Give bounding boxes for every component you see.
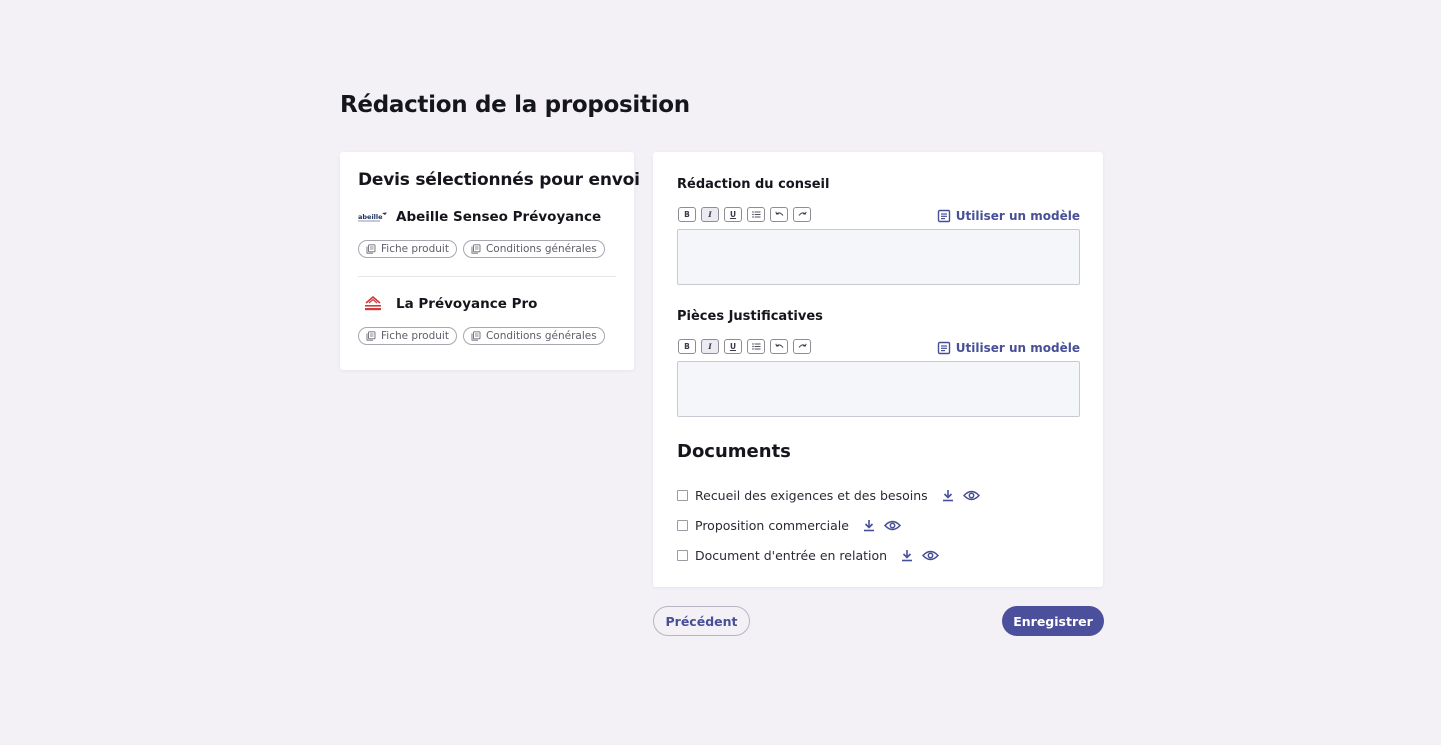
document-label: Recueil des exigences et des besoins <box>695 488 928 503</box>
product-name: La Prévoyance Pro <box>396 296 538 312</box>
redo-icon <box>798 211 807 216</box>
selected-quotes-card: Devis sélectionnés pour envoi abeille Ab… <box>340 152 640 370</box>
underline-button[interactable]: U <box>724 339 742 354</box>
advice-editor[interactable] <box>677 229 1080 285</box>
divider <box>358 276 616 277</box>
supporting-documents-editor[interactable] <box>677 361 1080 417</box>
general-conditions-link[interactable]: Conditions générales <box>462 240 605 258</box>
list-button[interactable] <box>747 339 765 354</box>
product-name: Abeille Senseo Prévoyance <box>396 209 602 225</box>
use-template-button[interactable]: Utiliser un modèle <box>937 209 1080 223</box>
svg-text:abeille: abeille <box>358 213 383 221</box>
undo-button[interactable] <box>770 339 788 354</box>
italic-button[interactable]: I <box>701 207 719 222</box>
product-item: abeille Abeille Senseo Prévoyance Fiche … <box>358 208 616 258</box>
abeille-logo: abeille <box>358 210 388 224</box>
undo-icon <box>774 211 783 216</box>
document-icon <box>471 331 481 341</box>
bold-button[interactable]: B <box>678 207 696 222</box>
selected-quotes-title: Devis sélectionnés pour envoi <box>358 170 640 190</box>
save-button[interactable]: Enregistrer <box>1002 606 1104 636</box>
general-conditions-link[interactable]: Conditions générales <box>462 327 605 345</box>
advice-label: Rédaction du conseil <box>677 177 830 192</box>
document-row: Proposition commerciale <box>677 518 901 533</box>
download-icon[interactable] <box>863 519 875 532</box>
list-icon <box>751 211 760 218</box>
document-checkbox[interactable] <box>677 490 688 501</box>
proposal-form-card: Rédaction du conseil B I U Utiliser un m… <box>653 152 1103 587</box>
advice-toolbar: B I U <box>678 207 811 222</box>
redo-icon <box>798 343 807 348</box>
document-row: Document d'entrée en relation <box>677 548 940 563</box>
document-label: Document d'entrée en relation <box>695 548 888 563</box>
view-icon[interactable] <box>883 520 901 531</box>
download-icon[interactable] <box>942 489 954 502</box>
undo-button[interactable] <box>770 207 788 222</box>
redo-button[interactable] <box>793 207 811 222</box>
page-title: Rédaction de la proposition <box>340 92 690 118</box>
previous-button[interactable]: Précédent <box>653 606 750 636</box>
document-row: Recueil des exigences et des besoins <box>677 488 980 503</box>
documents-title: Documents <box>677 441 791 462</box>
view-icon[interactable] <box>922 550 940 561</box>
document-icon <box>366 244 376 254</box>
bold-button[interactable]: B <box>678 339 696 354</box>
template-icon <box>937 209 950 223</box>
template-icon <box>937 341 950 355</box>
product-sheet-link[interactable]: Fiche produit <box>358 240 457 258</box>
list-icon <box>751 343 760 350</box>
supporting-documents-label: Pièces Justificatives <box>677 309 823 324</box>
supporting-documents-toolbar: B I U <box>678 339 811 354</box>
download-icon[interactable] <box>901 549 913 562</box>
underline-button[interactable]: U <box>724 207 742 222</box>
product-item: La Prévoyance Pro Fiche produit Conditio… <box>358 295 616 345</box>
document-checkbox[interactable] <box>677 550 688 561</box>
italic-button[interactable]: I <box>701 339 719 354</box>
use-template-button[interactable]: Utiliser un modèle <box>937 341 1080 355</box>
prevoyance-pro-logo <box>358 296 388 311</box>
redo-button[interactable] <box>793 339 811 354</box>
product-sheet-link[interactable]: Fiche produit <box>358 327 457 345</box>
document-icon <box>366 331 376 341</box>
document-checkbox[interactable] <box>677 520 688 531</box>
list-button[interactable] <box>747 207 765 222</box>
view-icon[interactable] <box>962 490 980 501</box>
document-label: Proposition commerciale <box>695 518 849 533</box>
undo-icon <box>774 343 783 348</box>
document-icon <box>471 244 481 254</box>
